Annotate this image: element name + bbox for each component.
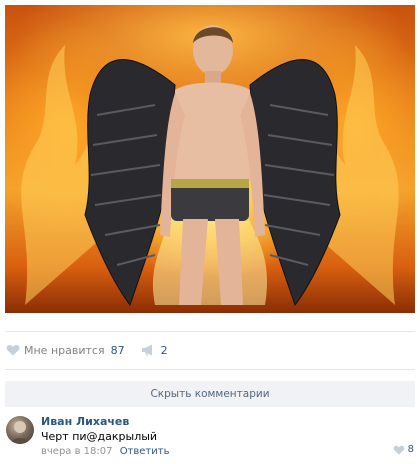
post-actions: Мне нравится 87 2 [6,340,168,360]
photo-illustration [21,25,399,307]
comment-like-button[interactable]: 8 [393,444,414,455]
hide-comments-button[interactable]: Скрыть комментарии [5,381,415,407]
heart-icon [6,344,20,356]
hide-comments-label: Скрыть комментарии [150,388,270,400]
like-button[interactable]: Мне нравится 87 [6,344,125,357]
divider-bottom [5,369,415,370]
divider-top [5,331,415,332]
megaphone-icon [141,344,152,356]
comment-text: Черт пи@дакрылый [41,430,158,443]
like-label: Мне нравится [24,343,105,357]
repost-count: 2 [160,343,168,357]
comment-meta: вчера в 18:07 Ответить [41,446,169,457]
avatar-image [10,421,30,444]
comment-time[interactable]: вчера в 18:07 [41,446,113,457]
reply-button[interactable]: Ответить [120,446,170,457]
avatar[interactable] [6,416,34,444]
repost-button[interactable]: 2 [141,344,168,357]
comment-author[interactable]: Иван Лихачев [41,415,129,428]
comment-like-count: 8 [407,444,414,455]
post-photo[interactable] [5,5,415,313]
like-count: 87 [110,343,125,357]
heart-icon [393,445,404,455]
